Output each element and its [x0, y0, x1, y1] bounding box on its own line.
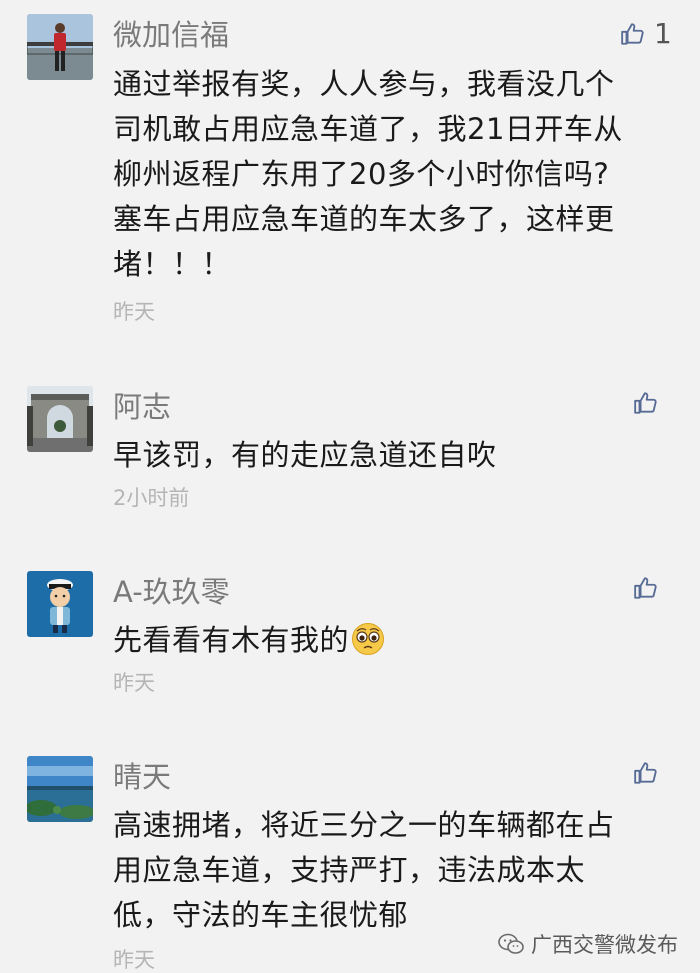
pleading-face-emoji-icon [352, 623, 385, 655]
content-line: 司机敢占用应急车道了，我21日开车从 [113, 112, 623, 146]
avatar[interactable] [27, 756, 93, 822]
like-count: 1 [654, 17, 672, 50]
content-line: 先看看有木有我的 [113, 618, 673, 663]
thumbs-up-icon [621, 23, 644, 45]
content-line: 通过举报有奖，人人参与，我看没几个 [113, 67, 615, 101]
like-button[interactable] [633, 760, 667, 786]
avatar[interactable] [27, 14, 93, 80]
thumbs-up-icon [634, 392, 657, 414]
content-line: 早该罚，有的走应急道还自吹 [113, 438, 497, 472]
comment-time: 昨天 [113, 948, 155, 972]
comment-time: 昨天 [113, 671, 155, 695]
content-line: 用应急车道，支持严打，违法成本太 [113, 853, 586, 887]
comment-author[interactable]: A-玖玖零 [113, 575, 230, 609]
comment-content: 先看看有木有我的 [113, 618, 673, 663]
content-line: 柳州返程广东用了20多个小时你信吗? [113, 157, 610, 191]
like-button[interactable]: 1 [620, 20, 672, 48]
content-line: 塞车占用应急车道的车太多了，这样更 [113, 202, 615, 236]
comment-author[interactable]: 晴天 [113, 760, 171, 794]
avatar-seaside-landscape-icon [27, 756, 93, 822]
avatar[interactable] [27, 386, 93, 452]
content-line: 堵！！！ [113, 247, 232, 281]
comment-time: 2小时前 [113, 486, 190, 510]
watermark-text: 广西交警微发布 [531, 933, 678, 957]
thumbs-up-icon [634, 577, 657, 599]
like-button[interactable] [633, 390, 667, 416]
content-text: 先看看有木有我的 [113, 623, 350, 657]
thumbs-up-icon [634, 762, 657, 784]
like-button[interactable] [633, 575, 667, 601]
comment-author[interactable]: 阿志 [113, 390, 171, 424]
comment-author[interactable]: 微加信福 [113, 18, 229, 52]
content-line: 高速拥堵，将近三分之一的车辆都在占 [113, 808, 615, 842]
avatar-person-standing-icon [27, 14, 93, 80]
watermark: 广西交警微发布 [497, 929, 678, 959]
avatar-traffic-police-cartoon-icon [27, 571, 93, 637]
wechat-icon [498, 933, 524, 954]
comment-time: 昨天 [113, 300, 155, 324]
avatar-stone-arch-icon [27, 386, 93, 452]
comment-content: 高速拥堵，将近三分之一的车辆都在占 用应急车道，支持严打，违法成本太 低，守法的… [113, 803, 673, 938]
avatar[interactable] [27, 571, 93, 637]
comment-content: 早该罚，有的走应急道还自吹 [113, 433, 673, 478]
comment-content: 通过举报有奖，人人参与，我看没几个 司机敢占用应急车道了，我21日开车从 柳州返… [113, 62, 673, 287]
